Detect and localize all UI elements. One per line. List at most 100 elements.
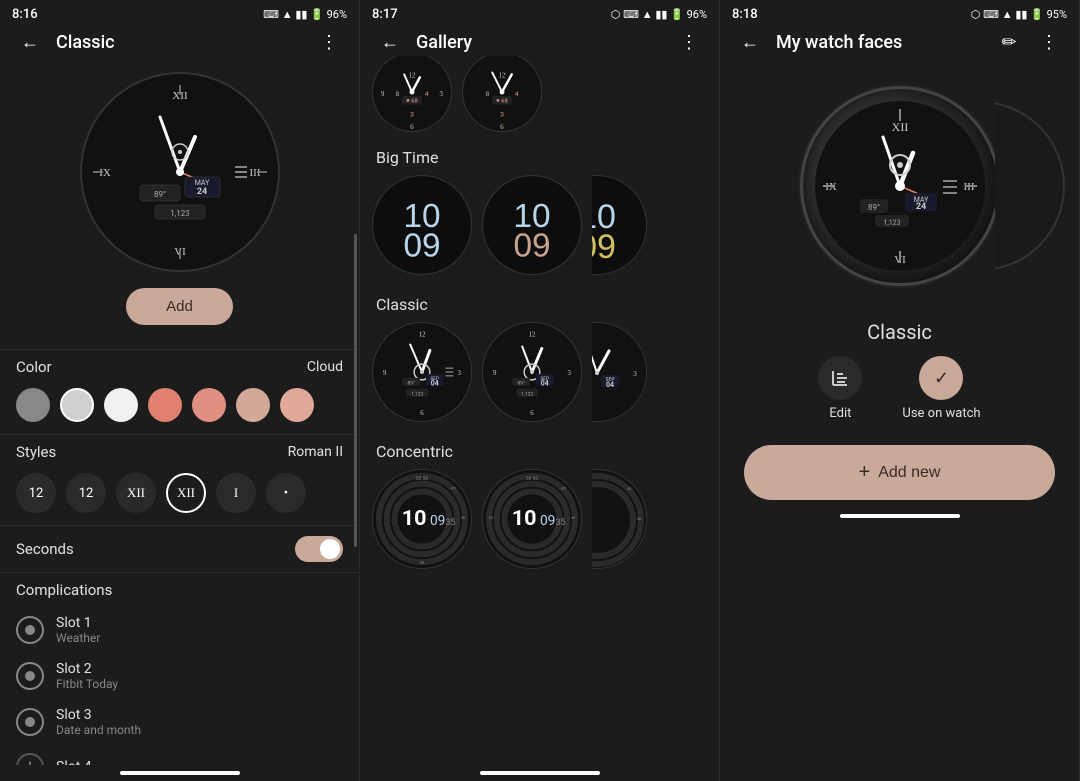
svg-text:9: 9 (383, 370, 387, 377)
classic-watch-2[interactable]: 12 3 6 9 89° SEP 04 1,123 (482, 322, 582, 422)
svg-text:89°: 89° (518, 381, 525, 387)
color-swatch-cloud[interactable] (236, 388, 270, 422)
svg-text:MAY: MAY (194, 179, 209, 187)
svg-text:10: 10 (402, 506, 427, 531)
svg-text:12: 12 (499, 72, 506, 79)
styles-label: Styles (16, 443, 56, 461)
style-btn-i[interactable]: I (216, 473, 256, 513)
status-time-1: 8:16 (12, 7, 38, 22)
svg-text:4: 4 (515, 90, 519, 98)
slot1-icon (16, 616, 44, 644)
back-button-3[interactable]: ← (732, 24, 768, 60)
watch-device: XII III VI IX (790, 76, 1010, 296)
seconds-row: Seconds (0, 526, 359, 572)
status-bar-3: 8:18 ⬡ ⌨ ▲ ▮▮ 🔋 95% (720, 0, 1079, 28)
slot4-item[interactable]: Slot 4 (16, 745, 343, 765)
seconds-label: Seconds (16, 540, 74, 558)
svg-text:III: III (249, 167, 260, 179)
check-icon-circle: ✓ (919, 356, 963, 400)
slot1-item[interactable]: Slot 1 Weather (16, 607, 343, 653)
edit-icon-circle (818, 356, 862, 400)
classic-watch-1[interactable]: 12 3 6 9 89° SEP 04 1,123 (372, 322, 472, 422)
slot4-label: Slot 4 (56, 759, 92, 765)
color-swatch-white[interactable] (104, 388, 138, 422)
svg-text:1,123: 1,123 (411, 392, 423, 398)
slot2-item[interactable]: Slot 2 Fitbit Today (16, 653, 343, 699)
classic-partial[interactable]: 3 SEP 04 (592, 322, 647, 422)
slot2-text: Slot 2 Fitbit Today (56, 661, 118, 691)
color-swatch-rose[interactable] (192, 388, 226, 422)
color-swatch-salmon[interactable] (148, 388, 182, 422)
more-button-1[interactable]: ⋮ (311, 24, 347, 60)
watch-bezel: XII III VI IX (800, 86, 1000, 286)
concentric-partial[interactable]: 45 40 00 (592, 469, 647, 569)
edit-action[interactable]: Edit (818, 356, 862, 421)
color-swatch-light-rose[interactable] (280, 388, 314, 422)
style-btn-12a[interactable]: 12 (16, 473, 56, 513)
add-new-label: Add new (878, 464, 940, 482)
back-button-2[interactable]: ← (372, 24, 408, 60)
svg-text:09: 09 (540, 513, 555, 529)
big-time-watch-2[interactable]: 10 09 (482, 175, 582, 275)
section-title-concentric: Concentric (372, 430, 707, 469)
more-button-2[interactable]: ⋮ (671, 24, 707, 60)
edit-label: Edit (829, 406, 851, 421)
back-button-1[interactable]: ← (12, 24, 48, 60)
more-button-3[interactable]: ⋮ (1031, 24, 1067, 60)
svg-text:9: 9 (381, 91, 385, 98)
section-title-classic: Classic (372, 283, 707, 322)
gallery-top-watch-2[interactable]: 12 6 ♥ 68 4 8 3 (462, 56, 542, 132)
big-time-row: 10 09 10 09 10 09 (372, 175, 707, 283)
color-swatch-gray[interactable] (16, 388, 50, 422)
big-time-watch-1[interactable]: 10 09 (372, 175, 472, 275)
watch-preview-1: XII III VI IX (0, 56, 359, 280)
concentric-row: 55 50 45 40 35 10 09 35 (372, 469, 707, 577)
status-icons-1: ⌨ ▲ ▮▮ 🔋 96% (263, 8, 347, 21)
seconds-toggle[interactable] (295, 536, 343, 562)
big-time-partial[interactable]: 10 09 (592, 175, 647, 275)
slot1-value: Weather (56, 631, 100, 645)
watch-name-text: Classic (867, 320, 932, 344)
concentric-watch-2[interactable]: 55 50 45 40 00 10 09 35 (482, 469, 582, 569)
svg-text:1,123: 1,123 (521, 392, 533, 398)
use-on-watch-label: Use on watch (902, 406, 980, 421)
svg-text:04: 04 (541, 380, 549, 388)
svg-text:8: 8 (395, 90, 399, 98)
style-btn-xii-b[interactable]: XII (166, 473, 206, 513)
svg-text:6: 6 (500, 124, 504, 131)
svg-text:6: 6 (410, 124, 414, 131)
status-time-2: 8:17 (372, 7, 398, 22)
slot3-label: Slot 3 (56, 707, 141, 723)
style-btn-xii-a[interactable]: XII (116, 473, 156, 513)
color-swatch-light-gray[interactable] (60, 388, 94, 422)
style-btn-dot[interactable]: • (266, 473, 306, 513)
svg-text:89°: 89° (154, 190, 166, 199)
svg-text:55 50: 55 50 (416, 476, 428, 482)
svg-text:24: 24 (196, 187, 206, 197)
add-button[interactable]: Add (126, 288, 233, 325)
style-btn-12b[interactable]: 12 (66, 473, 106, 513)
gallery-top-watch-1[interactable]: 12 6 9 3 ♥ 68 3 4 8 (372, 56, 452, 132)
status-bar-2: 8:17 ⬡ ⌨ ▲ ▮▮ 🔋 96% (360, 0, 719, 28)
svg-text:35: 35 (445, 518, 455, 528)
watch-preview-large: XII III VI IX (720, 56, 1079, 312)
svg-text:55 50: 55 50 (526, 476, 538, 482)
svg-text:09: 09 (513, 227, 550, 264)
svg-text:40: 40 (571, 515, 575, 520)
slot3-item[interactable]: Slot 3 Date and month (16, 699, 343, 745)
add-new-button[interactable]: + Add new (744, 445, 1055, 500)
use-on-watch-action[interactable]: ✓ Use on watch (902, 356, 980, 421)
slot2-value: Fitbit Today (56, 677, 118, 691)
nav-indicator-2 (480, 771, 600, 775)
svg-text:XII: XII (891, 120, 908, 134)
svg-text:09: 09 (430, 513, 445, 529)
svg-text:6: 6 (420, 410, 424, 417)
svg-text:40: 40 (637, 516, 642, 521)
slot3-icon (16, 708, 44, 736)
watch-screen: XII III VI IX (815, 101, 985, 271)
slot4-icon (16, 753, 44, 765)
concentric-watch-1[interactable]: 55 50 45 40 35 10 09 35 (372, 469, 472, 569)
slot1-text: Slot 1 Weather (56, 615, 100, 645)
slot1-label: Slot 1 (56, 615, 100, 631)
pencil-button[interactable]: ✏ (991, 24, 1027, 60)
